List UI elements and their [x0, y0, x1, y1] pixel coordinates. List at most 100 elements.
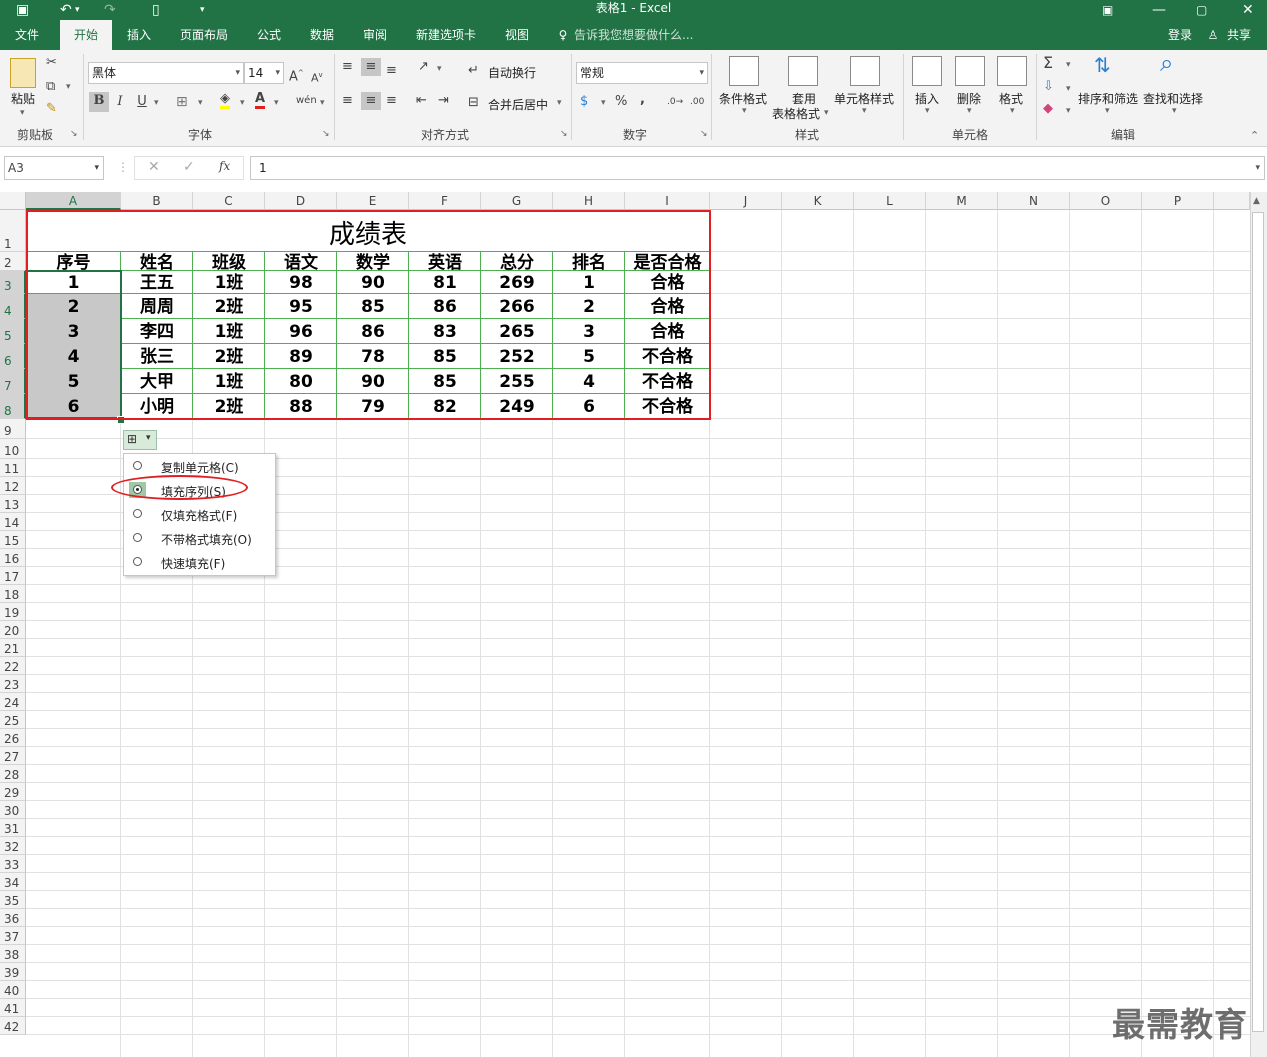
underline-dropdown-icon[interactable]: ▾ — [154, 98, 159, 108]
paste-label[interactable]: 粘贴 — [11, 90, 35, 107]
share-button[interactable]: 共享 — [1224, 20, 1254, 50]
column-header[interactable]: O — [1070, 192, 1142, 210]
scroll-thumb[interactable] — [1252, 212, 1264, 1032]
conditional-format-button[interactable]: 条件格式 — [719, 90, 767, 107]
row-header[interactable]: 29 — [0, 783, 26, 801]
italic-button[interactable]: I — [113, 93, 127, 111]
border-dropdown-icon[interactable]: ▾ — [198, 98, 203, 108]
row-header[interactable]: 8 — [0, 394, 26, 419]
format-painter-icon[interactable]: ✎ — [46, 100, 57, 118]
column-header[interactable]: G — [481, 192, 553, 210]
underline-button[interactable]: U — [135, 93, 149, 111]
collapse-ribbon-icon[interactable]: ⌃ — [1250, 129, 1259, 142]
tab-page-layout[interactable]: 页面布局 — [172, 20, 236, 50]
delete-cells-button[interactable]: 删除 — [957, 90, 981, 107]
format-cells-button[interactable]: 格式 — [999, 90, 1023, 107]
enter-icon[interactable]: ✓ — [183, 159, 195, 175]
sort-filter-icon[interactable]: ⇅ — [1094, 55, 1111, 75]
column-header[interactable]: L — [854, 192, 926, 210]
conditional-format-icon[interactable] — [729, 56, 759, 86]
row-header[interactable]: 18 — [0, 585, 26, 603]
row-header[interactable]: 24 — [0, 693, 26, 711]
find-select-button[interactable]: 查找和选择 — [1143, 90, 1203, 107]
row-header[interactable]: 34 — [0, 873, 26, 891]
decrease-indent-icon[interactable]: ⇤ — [416, 92, 427, 110]
paste-dropdown-icon[interactable]: ▾ — [20, 108, 25, 118]
conditional-dropdown-icon[interactable]: ▾ — [742, 106, 747, 116]
sort-dropdown-icon[interactable]: ▾ — [1105, 106, 1110, 116]
copy-dropdown-icon[interactable]: ▾ — [66, 82, 71, 92]
row-header[interactable]: 23 — [0, 675, 26, 693]
tab-review[interactable]: 审阅 — [354, 20, 396, 50]
accounting-dropdown-icon[interactable]: ▾ — [601, 98, 606, 108]
clear-dropdown-icon[interactable]: ▾ — [1066, 106, 1071, 116]
align-middle-icon[interactable]: ≡ — [361, 58, 381, 76]
format-dropdown-icon[interactable]: ▾ — [1010, 106, 1015, 116]
column-header[interactable]: F — [409, 192, 481, 210]
row-header[interactable]: 33 — [0, 855, 26, 873]
wrap-text-button[interactable]: 自动换行 — [488, 64, 536, 81]
column-header[interactable]: I — [625, 192, 710, 210]
row-header[interactable]: 40 — [0, 981, 26, 999]
shrink-font-icon[interactable]: Av — [311, 66, 323, 88]
ribbon-display-icon[interactable]: ▣ — [1102, 0, 1113, 20]
row-header[interactable]: 27 — [0, 747, 26, 765]
menu-item-fill-without-formatting[interactable]: 不带格式填充(O) — [124, 526, 274, 550]
tell-me-search[interactable]: 告诉我您想要做什么... — [574, 20, 693, 50]
fill-dropdown-icon[interactable]: ▾ — [1066, 84, 1071, 94]
percent-button[interactable]: % — [615, 93, 627, 111]
tab-insert[interactable]: 插入 — [118, 20, 160, 50]
autosum-dropdown-icon[interactable]: ▾ — [1066, 60, 1071, 70]
cell-styles-button[interactable]: 单元格样式 — [834, 90, 894, 107]
row-header[interactable]: 1 — [0, 210, 26, 252]
column-header[interactable]: K — [782, 192, 854, 210]
row-header[interactable]: 13 — [0, 495, 26, 513]
tab-file[interactable]: 文件 — [6, 20, 48, 50]
border-icon[interactable]: ⊞ — [176, 93, 188, 111]
row-header[interactable]: 22 — [0, 657, 26, 675]
column-header[interactable]: H — [553, 192, 625, 210]
row-header[interactable]: 32 — [0, 837, 26, 855]
cell-styles-icon[interactable] — [850, 56, 880, 86]
insert-cells-button[interactable]: 插入 — [915, 90, 939, 107]
table-dropdown-icon[interactable]: ▾ — [824, 108, 829, 118]
font-color-dropdown-icon[interactable]: ▾ — [274, 98, 279, 108]
column-header[interactable]: A — [26, 192, 121, 210]
row-header[interactable]: 11 — [0, 459, 26, 477]
close-icon[interactable]: ✕ — [1242, 0, 1254, 20]
select-all-corner[interactable] — [0, 192, 26, 210]
scroll-up-icon[interactable]: ▲ — [1253, 196, 1264, 210]
column-header[interactable]: P — [1142, 192, 1214, 210]
orientation-dropdown-icon[interactable]: ▾ — [437, 64, 442, 74]
row-header[interactable]: 35 — [0, 891, 26, 909]
formula-input[interactable]: 1 ▾ — [250, 156, 1265, 180]
merge-center-button[interactable]: 合并后居中 — [488, 96, 548, 113]
cut-icon[interactable]: ✂ — [46, 54, 57, 72]
format-cells-icon[interactable] — [997, 56, 1027, 86]
align-top-icon[interactable]: ≡ — [342, 58, 353, 76]
alignment-launcher-icon[interactable]: ↘ — [560, 129, 568, 139]
format-as-table-icon[interactable] — [788, 56, 818, 86]
row-header[interactable]: 15 — [0, 531, 26, 549]
menu-item-copy-cells[interactable]: 复制单元格(C) — [124, 454, 274, 478]
row-header[interactable]: 2 — [0, 252, 26, 271]
autofill-options-button[interactable]: ⊞ ▾ — [123, 430, 157, 450]
accounting-format-icon[interactable]: $ — [580, 93, 588, 111]
number-launcher-icon[interactable]: ↘ — [700, 129, 708, 139]
row-header[interactable]: 21 — [0, 639, 26, 657]
row-header[interactable]: 41 — [0, 999, 26, 1017]
insert-cells-icon[interactable] — [912, 56, 942, 86]
column-header[interactable]: N — [998, 192, 1070, 210]
clear-icon[interactable]: ◆ — [1043, 100, 1053, 118]
tab-view[interactable]: 视图 — [496, 20, 538, 50]
copy-icon[interactable]: ⧉ — [46, 78, 55, 96]
cell-styles-dropdown-icon[interactable]: ▾ — [862, 106, 867, 116]
merge-dropdown-icon[interactable]: ▾ — [557, 98, 562, 108]
row-header[interactable]: 26 — [0, 729, 26, 747]
minimize-icon[interactable]: — — [1152, 0, 1166, 20]
fill-icon[interactable]: ⇩ — [1043, 78, 1054, 96]
name-box[interactable]: A3 ▾ — [4, 156, 104, 180]
grow-font-icon[interactable]: A^ — [289, 64, 304, 86]
align-right-icon[interactable]: ≡ — [386, 92, 397, 110]
row-header[interactable]: 25 — [0, 711, 26, 729]
